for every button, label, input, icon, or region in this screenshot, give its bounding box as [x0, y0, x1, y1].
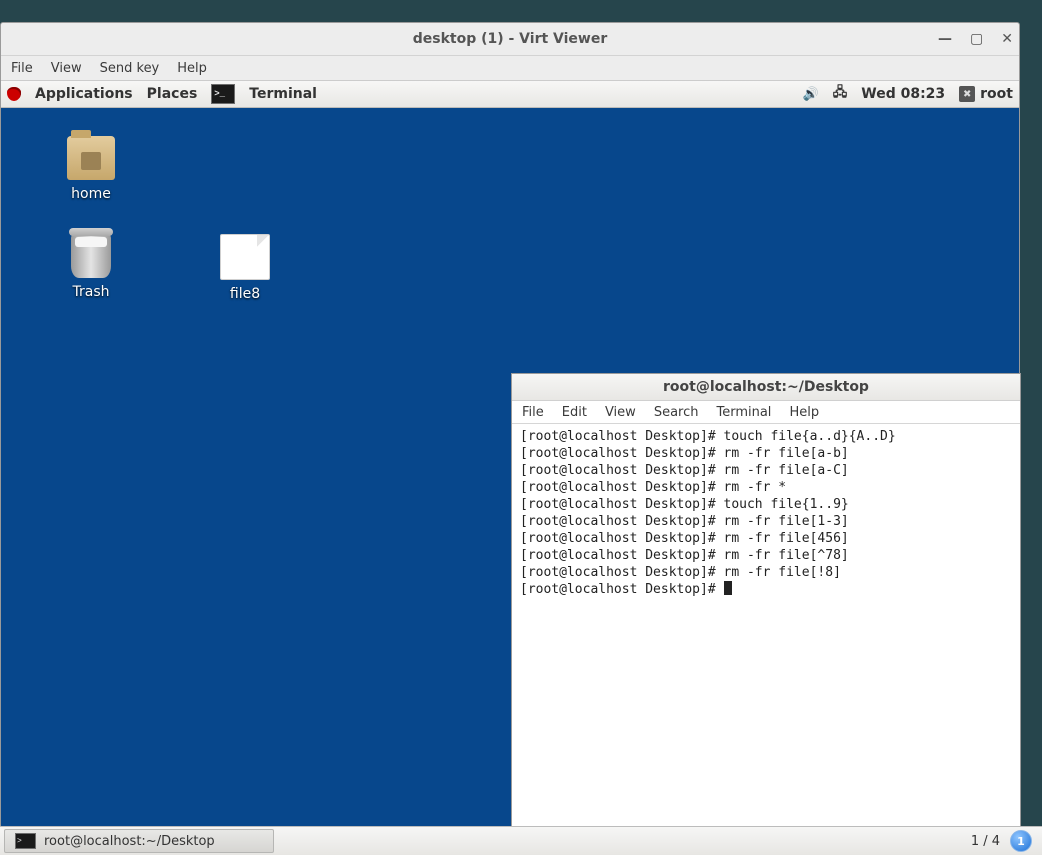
panel-user-menu[interactable]: ✖ root	[959, 86, 1013, 102]
virt-viewer-window: desktop (1) - Virt Viewer — ▢ ✕ File Vie…	[0, 22, 1020, 855]
desktop-icon-label: Trash	[49, 284, 133, 300]
panel-running-app[interactable]: Terminal	[249, 86, 317, 102]
panel-applications[interactable]: Applications	[35, 86, 133, 102]
user-badge-icon: ✖	[959, 86, 975, 102]
terminal-titlebar[interactable]: root@localhost:~/Desktop	[512, 374, 1020, 401]
terminal-menu-view[interactable]: View	[605, 405, 636, 420]
bottom-taskbar: root@localhost:~/Desktop 1 / 4 1	[0, 826, 1042, 855]
window-close-icon[interactable]: ✕	[1001, 23, 1013, 55]
virt-viewer-titlebar[interactable]: desktop (1) - Virt Viewer — ▢ ✕	[1, 23, 1019, 56]
panel-places[interactable]: Places	[147, 86, 198, 102]
desktop-icon-home[interactable]: home	[49, 136, 133, 202]
window-minimize-icon[interactable]: —	[938, 23, 952, 55]
menu-send-key[interactable]: Send key	[100, 61, 160, 76]
folder-home-icon	[67, 136, 115, 180]
terminal-output[interactable]: [root@localhost Desktop]# touch file{a..…	[512, 424, 1020, 832]
panel-clock[interactable]: Wed 08:23	[861, 86, 945, 102]
terminal-icon[interactable]	[211, 84, 235, 104]
gnome-top-panel: Applications Places Terminal 🔊 🖧 Wed 08:…	[1, 81, 1019, 108]
taskbar-item-terminal[interactable]: root@localhost:~/Desktop	[4, 829, 274, 853]
volume-icon[interactable]: 🔊	[803, 87, 819, 102]
workspace-indicator[interactable]: 1	[1010, 830, 1032, 852]
menu-file[interactable]: File	[11, 61, 33, 76]
terminal-menu-terminal[interactable]: Terminal	[716, 405, 771, 420]
terminal-menu-help[interactable]: Help	[789, 405, 819, 420]
file-icon	[220, 234, 270, 280]
terminal-menu-search[interactable]: Search	[654, 405, 699, 420]
trash-icon	[71, 234, 111, 278]
terminal-cursor	[724, 581, 732, 595]
panel-username: root	[980, 86, 1013, 102]
terminal-title: root@localhost:~/Desktop	[663, 379, 869, 395]
menu-view[interactable]: View	[51, 61, 82, 76]
terminal-menu-edit[interactable]: Edit	[562, 405, 587, 420]
virt-viewer-menubar: File View Send key Help	[1, 56, 1019, 81]
redhat-icon[interactable]	[7, 87, 21, 101]
desktop-icon-label: home	[49, 186, 133, 202]
menu-help[interactable]: Help	[177, 61, 207, 76]
desktop-icon-label: file8	[203, 286, 287, 302]
network-icon[interactable]: 🖧	[833, 83, 848, 105]
window-maximize-icon[interactable]: ▢	[970, 23, 983, 55]
virt-viewer-title: desktop (1) - Virt Viewer	[413, 31, 608, 47]
terminal-menubar: File Edit View Search Terminal Help	[512, 401, 1020, 424]
taskbar-item-label: root@localhost:~/Desktop	[44, 834, 215, 849]
terminal-window[interactable]: root@localhost:~/Desktop File Edit View …	[511, 373, 1021, 833]
gnome-desktop[interactable]: home Trash file8 root@localhost:~/Deskto…	[1, 108, 1019, 830]
desktop-icon-file8[interactable]: file8	[203, 234, 287, 302]
terminal-icon	[15, 833, 36, 849]
terminal-menu-file[interactable]: File	[522, 405, 544, 420]
desktop-icon-trash[interactable]: Trash	[49, 234, 133, 300]
workspace-pager-text[interactable]: 1 / 4	[971, 834, 1000, 849]
